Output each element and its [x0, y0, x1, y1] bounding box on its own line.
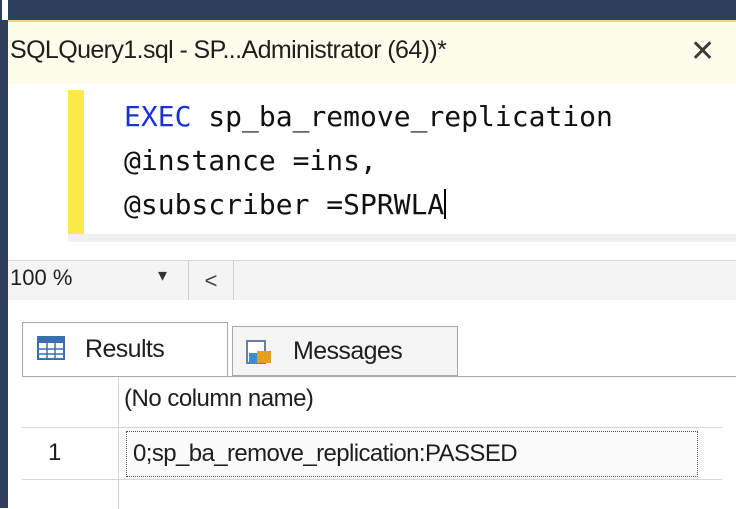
code-line-2[interactable]: @instance =ins,	[124, 144, 377, 177]
messages-icon	[246, 340, 271, 364]
tab-results-label: Results	[85, 335, 165, 363]
tab-results[interactable]: Results	[22, 322, 228, 376]
tab-messages-label: Messages	[293, 337, 403, 365]
grid-icon	[37, 336, 65, 360]
code-text: @instance =ins,	[124, 144, 377, 177]
query-document-tab[interactable]: SQLQuery1.sql - SP...Administrator (64))…	[8, 20, 736, 84]
changed-lines-margin	[68, 90, 84, 240]
tab-messages[interactable]: Messages	[232, 326, 458, 376]
row-header-divider	[118, 377, 119, 509]
row-number[interactable]: 1	[48, 439, 61, 467]
code-text: sp_ba_remove_replication	[191, 100, 613, 133]
window-top-bar	[0, 0, 736, 20]
left-frame-strip	[0, 20, 8, 508]
code-line-1[interactable]: EXEC sp_ba_remove_replication	[124, 100, 613, 133]
text-caret	[444, 189, 447, 219]
header-divider	[22, 427, 722, 428]
window-edge-mark	[2, 0, 8, 20]
table-cell[interactable]: 0;sp_ba_remove_replication:PASSED	[126, 431, 698, 477]
tab-title: SQLQuery1.sql - SP...Administrator (64))…	[10, 36, 447, 64]
chevron-down-icon[interactable]: ▾	[158, 265, 167, 286]
scroll-left-button[interactable]: <	[188, 261, 234, 301]
row-divider	[22, 479, 722, 480]
results-panel: Results Messages (No column name) 1 0;sp…	[8, 300, 736, 509]
close-icon[interactable]: ✕	[690, 32, 715, 72]
editor-status-bar: 100 % ▾ <	[8, 260, 736, 302]
chevron-left-icon: <	[204, 268, 218, 293]
editor-bottom-edge	[68, 234, 736, 242]
code-text: @subscriber =SPRWLA	[124, 188, 445, 221]
results-grid[interactable]: (No column name) 1 0;sp_ba_remove_replic…	[22, 376, 736, 509]
code-line-3[interactable]: @subscriber =SPRWLA	[124, 188, 447, 221]
code-keyword: EXEC	[124, 100, 192, 133]
query-editor[interactable]: EXEC sp_ba_remove_replication @instance …	[8, 84, 736, 260]
zoom-level[interactable]: 100 %	[10, 265, 72, 291]
column-header[interactable]: (No column name)	[124, 385, 314, 413]
